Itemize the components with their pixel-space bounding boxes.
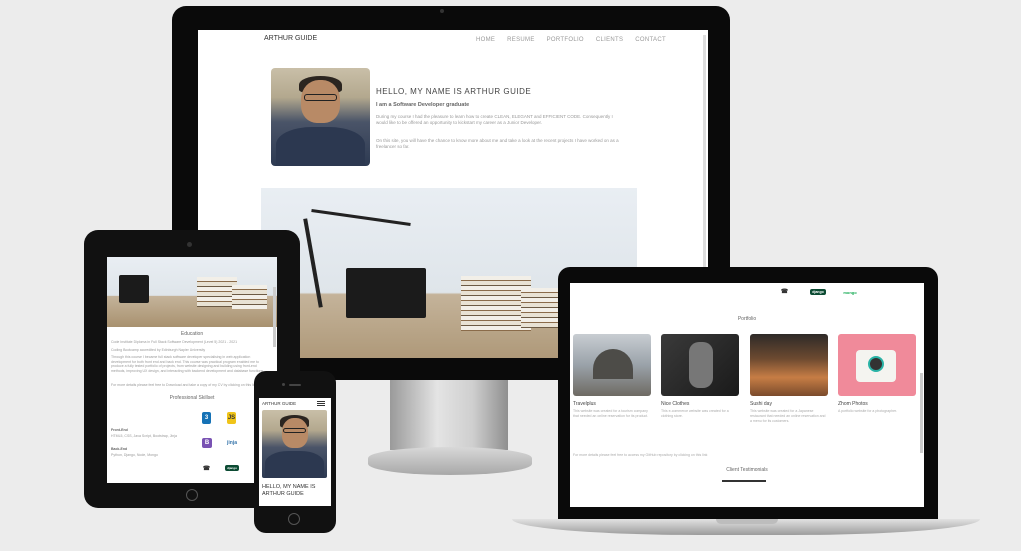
main-nav: HOME RESUME PORTFOLIO CLIENTS CONTACT (476, 37, 676, 43)
hamburger-menu-icon[interactable] (317, 401, 325, 406)
testimonials-underline (722, 480, 766, 482)
hero-subtitle: I am a Software Developer graduate (376, 102, 470, 108)
css3-icon: 3 (202, 412, 211, 424)
jinja-icon: jinja (227, 438, 238, 448)
cv-download-link[interactable]: For more details please feel free to Dow… (111, 383, 271, 388)
js-icon: JS (227, 412, 236, 424)
phone-camera-icon (282, 383, 285, 386)
django-icon: django (225, 465, 239, 471)
phone-home-button[interactable] (288, 513, 300, 525)
tablet-camera-icon (187, 242, 192, 247)
education-title: Education (180, 331, 204, 337)
nav-portfolio[interactable]: PORTFOLIO (547, 37, 584, 43)
heroku-icon: ☎ (202, 463, 211, 473)
phone-speaker (289, 384, 301, 386)
laptop-notch (716, 519, 778, 524)
front-end-items: HTML5, CSS, Java Script, Bootstrap, Jinj… (111, 434, 177, 438)
mongodb-icon: mongo (842, 288, 858, 296)
tablet-scrollbar[interactable] (273, 287, 276, 347)
profile-photo (271, 68, 370, 166)
nav-clients[interactable]: CLIENTS (596, 37, 623, 43)
nice-clothes-thumbnail[interactable] (661, 334, 739, 396)
nav-home[interactable]: HOME (476, 37, 495, 43)
phone-site-logo[interactable]: ARTHUR GUIDE (262, 401, 296, 406)
phone-profile-photo (262, 410, 327, 478)
zhom-photos-thumbnail[interactable] (838, 334, 916, 396)
tablet-banner-image (107, 257, 277, 327)
education-paragraph: Through this course I became full stack … (111, 355, 265, 373)
monitor-stand-base (368, 447, 532, 475)
django-icon: django (810, 289, 826, 295)
skillset-title: Professional Skillset (169, 395, 215, 401)
hero-paragraph-2: On this site, you will have the chance t… (376, 138, 619, 149)
card-title-travelplus: Travelplus (573, 401, 596, 407)
monitor-stand (390, 380, 508, 450)
card-text-sushi-day: This website was created for a Japanese … (750, 409, 826, 423)
tablet-home-button[interactable] (186, 489, 198, 501)
hero-heading: HELLO, MY NAME IS ARTHUR GUIDE (376, 87, 532, 96)
card-title-sushi-day: Sushi day (750, 401, 772, 407)
github-link-text[interactable]: For more details please feel free to acc… (573, 453, 873, 458)
site-logo[interactable]: ARTHUR GUIDE (264, 35, 317, 42)
nav-resume[interactable]: RESUME (507, 37, 534, 43)
card-title-nice-clothes: Nice Clothes (661, 401, 690, 407)
nav-contact[interactable]: CONTACT (635, 37, 666, 43)
testimonials-title: Client Testimonials (726, 467, 768, 473)
camera-icon (440, 9, 444, 13)
card-text-zhom-photos: A portfolio website for a photographer. (838, 409, 897, 413)
sushi-day-thumbnail[interactable] (750, 334, 828, 396)
back-end-label: Back-End (111, 447, 128, 451)
heroku-icon: ☎ (780, 286, 789, 297)
laptop-screen: ☎ django mongo Portfolio Travelplus This… (570, 283, 924, 507)
tablet-screen: Education Code Institute Diploma in Full… (107, 257, 277, 483)
front-end-label: Front-End (111, 428, 128, 432)
hero-paragraph-1: During my course I had the pleasure to l… (376, 114, 613, 125)
back-end-items: Python, Django, Node, Mongo (111, 453, 158, 457)
card-text-travelplus: This website was created for a tourism c… (573, 409, 649, 418)
laptop-scrollbar[interactable] (920, 373, 923, 453)
bootstrap-icon: B (202, 438, 212, 448)
phone-hero-heading: HELLO, MY NAME IS ARTHUR GUIDE (262, 484, 316, 497)
education-text: Code Institute Diploma in Full Stack Sof… (111, 340, 238, 344)
phone-screen: ARTHUR GUIDE HELLO, MY NAME IS ARTHUR GU… (259, 398, 331, 506)
portfolio-title: Portfolio (737, 316, 757, 322)
travelplus-thumbnail[interactable] (573, 334, 651, 396)
education-sub: Coding Bootcamp accredited by Edinburgh … (111, 348, 206, 352)
card-text-nice-clothes: This e-commerce website was created for … (661, 409, 729, 418)
card-title-zhom-photos: Zhom Photos (838, 401, 868, 407)
